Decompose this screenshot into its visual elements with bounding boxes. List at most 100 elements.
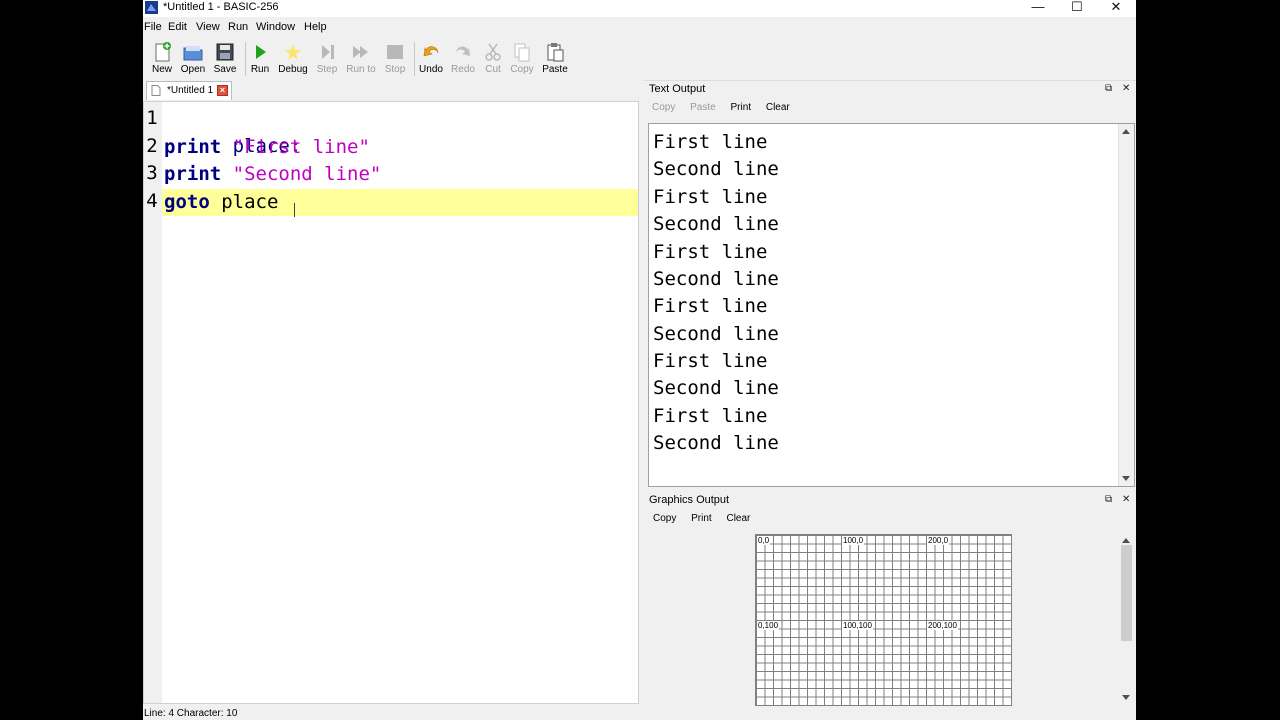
line-number: 1 bbox=[146, 107, 158, 129]
output-line: Second line bbox=[653, 377, 779, 399]
close-panel-icon[interactable]: ✕ bbox=[1122, 494, 1130, 505]
code-line-2: print "First line" bbox=[164, 136, 370, 158]
scroll-up-arrow-icon[interactable] bbox=[1122, 129, 1130, 134]
save-button[interactable]: Save bbox=[211, 38, 239, 78]
output-line: First line bbox=[653, 295, 768, 317]
scroll-down-arrow-icon[interactable] bbox=[1122, 695, 1130, 700]
save-disk-icon bbox=[216, 43, 234, 61]
step-icon bbox=[322, 45, 334, 59]
debug-bug-icon bbox=[285, 44, 301, 60]
code-line-3: print "Second line" bbox=[164, 163, 382, 185]
output-line: First line bbox=[653, 405, 768, 427]
run-button[interactable]: Run bbox=[248, 38, 272, 78]
undo-icon bbox=[423, 46, 439, 57]
grid-label: 200,100 bbox=[927, 621, 958, 630]
text-clear-button[interactable]: Clear bbox=[766, 102, 790, 113]
text-print-button[interactable]: Print bbox=[731, 102, 752, 113]
new-button[interactable]: New bbox=[148, 38, 176, 78]
basic256-window: *Untitled 1 - BASIC-256 — ☐ ✕ File Edit … bbox=[143, 0, 1136, 720]
menu-run[interactable]: Run bbox=[228, 21, 248, 33]
stop-button[interactable]: Stop bbox=[381, 38, 409, 78]
open-button[interactable]: Open bbox=[179, 38, 207, 78]
graphics-output-title: Graphics Output bbox=[649, 494, 730, 506]
code-editor[interactable]: 1 2 3 4 place: print "First line" print … bbox=[143, 101, 639, 704]
editor-tab-bar: *Untitled 1 × bbox=[143, 80, 643, 100]
float-panel-icon[interactable]: ⧉ bbox=[1105, 83, 1112, 94]
title-bar: *Untitled 1 - BASIC-256 — ☐ ✕ bbox=[143, 0, 1136, 17]
float-panel-icon[interactable]: ⧉ bbox=[1105, 494, 1112, 505]
text-output-toolbar: Copy Paste Print Clear bbox=[652, 102, 802, 113]
text-output-title: Text Output bbox=[649, 83, 706, 95]
line-number: 2 bbox=[146, 135, 158, 157]
menu-help[interactable]: Help bbox=[304, 21, 327, 33]
grid-label: 100,100 bbox=[842, 621, 873, 630]
paste-clipboard-icon bbox=[547, 43, 564, 62]
grid-label: 0,100 bbox=[757, 621, 780, 630]
run-to-button[interactable]: Run to bbox=[344, 38, 378, 78]
copy-icon bbox=[514, 43, 530, 62]
graphics-output-toolbar: Copy Print Clear bbox=[653, 513, 762, 524]
window-title: *Untitled 1 - BASIC-256 bbox=[163, 1, 279, 13]
close-panel-icon[interactable]: ✕ bbox=[1122, 83, 1130, 94]
output-line: First line bbox=[653, 241, 768, 263]
graphics-output-area: 0,0 100,0 200,0 0,100 100,100 200,100 bbox=[648, 528, 1136, 706]
step-button[interactable]: Step bbox=[313, 38, 341, 78]
undo-button[interactable]: Undo bbox=[417, 38, 445, 78]
line-number: 3 bbox=[146, 162, 158, 184]
output-line: First line bbox=[653, 131, 768, 153]
run-to-icon bbox=[353, 46, 368, 58]
toolbar-separator bbox=[414, 42, 415, 76]
redo-icon bbox=[456, 46, 470, 56]
output-line: Second line bbox=[653, 213, 779, 235]
output-line: Second line bbox=[653, 323, 779, 345]
tab-untitled-1[interactable]: *Untitled 1 × bbox=[146, 81, 232, 100]
cut-scissors-icon bbox=[485, 43, 501, 61]
text-output-area[interactable]: First line Second line First line Second… bbox=[648, 123, 1135, 487]
graphics-copy-button[interactable]: Copy bbox=[653, 513, 676, 524]
cut-button[interactable]: Cut bbox=[480, 38, 506, 78]
text-cursor bbox=[294, 203, 295, 217]
output-line: Second line bbox=[653, 432, 779, 454]
graphics-canvas[interactable]: 0,0 100,0 200,0 0,100 100,100 200,100 bbox=[755, 534, 1012, 706]
grid-label: 0,0 bbox=[757, 536, 771, 545]
text-copy-button[interactable]: Copy bbox=[652, 102, 675, 113]
graphics-print-button[interactable]: Print bbox=[691, 513, 712, 524]
output-line: First line bbox=[653, 350, 768, 372]
main-toolbar: New Open Save Run Debug Step Run to Stop… bbox=[143, 38, 1136, 81]
menu-window[interactable]: Window bbox=[256, 21, 295, 33]
paste-button[interactable]: Paste bbox=[540, 38, 570, 78]
document-icon bbox=[151, 85, 161, 96]
basic256-app-icon bbox=[145, 1, 158, 14]
tab-label: *Untitled 1 bbox=[167, 85, 214, 96]
minimize-button[interactable]: — bbox=[1019, 0, 1057, 15]
scroll-up-arrow-icon[interactable] bbox=[1122, 538, 1130, 543]
scrollbar-thumb[interactable] bbox=[1121, 545, 1132, 641]
tab-close-icon[interactable]: × bbox=[217, 85, 228, 96]
menu-view[interactable]: View bbox=[196, 21, 220, 33]
scroll-down-arrow-icon[interactable] bbox=[1122, 476, 1130, 481]
menu-edit[interactable]: Edit bbox=[168, 21, 187, 33]
output-line: First line bbox=[653, 186, 768, 208]
menu-file[interactable]: File bbox=[144, 21, 162, 33]
run-play-icon bbox=[256, 45, 266, 59]
new-file-icon bbox=[155, 42, 171, 62]
maximize-button[interactable]: ☐ bbox=[1058, 0, 1096, 15]
grid-label: 200,0 bbox=[927, 536, 950, 545]
toolbar-separator bbox=[245, 42, 246, 76]
grid-label: 100,0 bbox=[842, 536, 865, 545]
graphics-scrollbar[interactable] bbox=[1119, 533, 1134, 705]
redo-button[interactable]: Redo bbox=[449, 38, 477, 78]
code-line-1: place: bbox=[232, 135, 302, 157]
close-window-button[interactable]: ✕ bbox=[1097, 0, 1135, 15]
debug-button[interactable]: Debug bbox=[277, 38, 309, 78]
code-line-4: goto place bbox=[164, 191, 279, 213]
menu-bar: File Edit View Run Window Help bbox=[143, 19, 1136, 36]
line-number: 4 bbox=[146, 190, 158, 212]
graphics-clear-button[interactable]: Clear bbox=[726, 513, 750, 524]
output-line: Second line bbox=[653, 158, 779, 180]
text-paste-button[interactable]: Paste bbox=[690, 102, 716, 113]
copy-button[interactable]: Copy bbox=[508, 38, 536, 78]
text-output-scrollbar[interactable] bbox=[1118, 124, 1134, 486]
cursor-position: Line: 4 Character: 10 bbox=[144, 708, 238, 719]
output-line: Second line bbox=[653, 268, 779, 290]
